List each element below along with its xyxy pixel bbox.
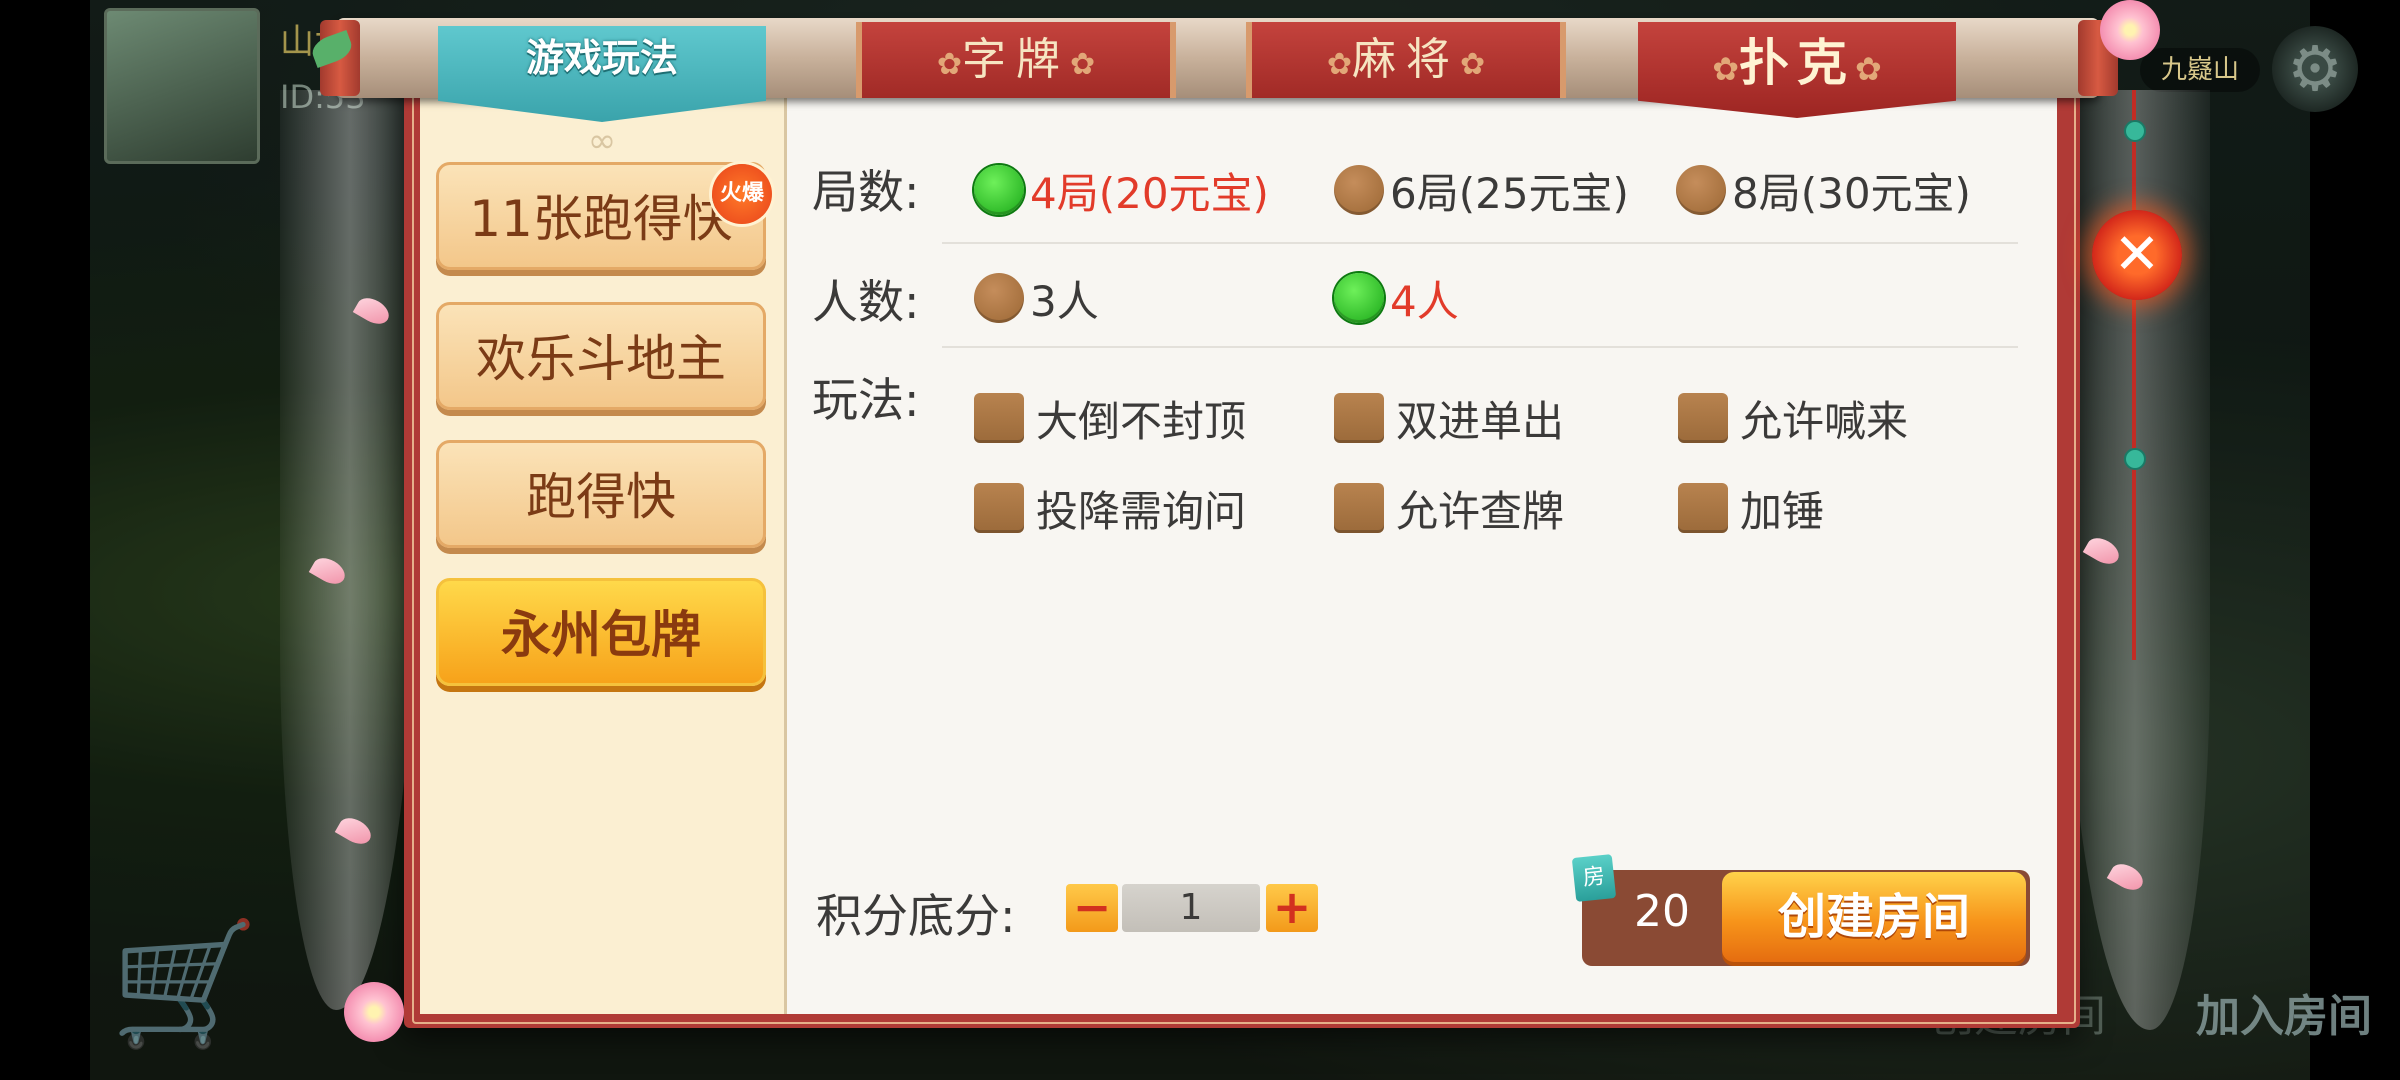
knot-ornament-icon: ∞: [587, 121, 617, 161]
room-card-icon: 房: [1571, 854, 1617, 902]
tab-zipai[interactable]: ✿字牌✿: [856, 22, 1176, 98]
rounds-option-label: 8局(30元宝): [1732, 168, 1971, 218]
rounds-option-4[interactable]: 4局(20元宝): [974, 160, 1269, 220]
score-value: 1: [1122, 884, 1260, 932]
radio-selected: [1334, 273, 1384, 323]
rules-label: 玩法:: [812, 373, 920, 427]
radio-unselected: [974, 273, 1024, 323]
checkbox: [1334, 483, 1384, 533]
background-join-room-label: 加入房间: [2196, 991, 2372, 1042]
tab-ornament-icon: ✿: [1855, 50, 1882, 88]
tab-puke[interactable]: ✿扑克✿: [1638, 22, 1956, 118]
hanging-cord: [2132, 90, 2136, 660]
tab-majiang[interactable]: ✿麻将✿: [1246, 22, 1566, 98]
tab-puke-label: 扑克: [1739, 34, 1855, 92]
score-decrease-button[interactable]: −: [1066, 884, 1118, 932]
tab-ornament-icon: ✿: [1326, 47, 1352, 82]
players-option-3[interactable]: 3人: [974, 268, 1099, 328]
radio-unselected: [1676, 165, 1726, 215]
players-option-4[interactable]: 4人: [1334, 268, 1459, 328]
checkbox: [1678, 393, 1728, 443]
location-badge: 九嶷山: [2140, 48, 2260, 92]
rule-option-label: 允许喊来: [1740, 396, 1909, 446]
tab-majiang-label: 麻将: [1352, 34, 1460, 85]
game-item-huanle-doudizhu[interactable]: 欢乐斗地主: [436, 302, 766, 410]
radio-unselected: [1334, 165, 1384, 215]
checkbox: [1678, 483, 1728, 533]
rounds-option-label: 6局(25元宝): [1390, 168, 1629, 218]
rule-option-label: 加锤: [1740, 486, 1825, 536]
rule-option-label: 投降需询问: [1036, 486, 1247, 536]
rule-option-yunxu-chapai[interactable]: 允许查牌: [1334, 478, 1564, 538]
players-label: 人数:: [812, 275, 920, 329]
rule-option-label: 允许查牌: [1396, 486, 1565, 536]
divider: [942, 346, 2018, 348]
rule-option-label: 双进单出: [1396, 396, 1565, 446]
base-score-label: 积分底分:: [816, 889, 1016, 943]
divider: [942, 242, 2018, 244]
players-option-label: 3人: [1030, 276, 1099, 326]
rounds-label: 局数:: [812, 165, 920, 219]
left-letterbox: [0, 0, 90, 1080]
bead-ornament: [2124, 448, 2146, 470]
tab-ornament-icon: ✿: [1712, 50, 1739, 88]
game-item-paodekuai[interactable]: 跑得快: [436, 440, 766, 548]
flower-ornament: [344, 982, 404, 1042]
rounds-option-6[interactable]: 6局(25元宝): [1334, 160, 1629, 220]
rounds-option-label: 4局(20元宝): [1030, 168, 1269, 218]
rule-option-yunxu-hanlai[interactable]: 允许喊来: [1678, 388, 1908, 448]
avatar: [104, 8, 260, 164]
create-room-button[interactable]: 创建房间: [1722, 872, 2026, 962]
tab-rules[interactable]: 游戏玩法: [446, 28, 758, 88]
tab-ornament-icon: ✿: [1460, 47, 1486, 82]
radio-selected: [974, 165, 1024, 215]
game-item-yongzhou-baopai[interactable]: 永州包牌: [436, 578, 766, 686]
players-option-label: 4人: [1390, 276, 1459, 326]
rule-option-label: 大倒不封顶: [1036, 396, 1247, 446]
tab-zipai-label: 字牌: [962, 34, 1070, 85]
gear-icon: ⚙: [2272, 26, 2358, 112]
rule-option-touxiang-xuxunwen[interactable]: 投降需询问: [974, 478, 1246, 538]
tab-ornament-icon: ✿: [1070, 47, 1096, 82]
close-icon[interactable]: ✕: [2092, 210, 2182, 300]
room-cost-value: 20: [1634, 886, 1690, 937]
checkbox: [1334, 393, 1384, 443]
checkbox: [974, 483, 1024, 533]
rule-option-shuangjin-danchu[interactable]: 双进单出: [1334, 388, 1564, 448]
hot-badge-icon: 火爆: [712, 164, 772, 224]
rule-option-dadao-bufengding[interactable]: 大倒不封顶: [974, 388, 1246, 448]
checkbox: [974, 393, 1024, 443]
bead-ornament: [2124, 120, 2146, 142]
rounds-option-8[interactable]: 8局(30元宝): [1676, 160, 1971, 220]
right-letterbox: [2310, 0, 2400, 1080]
flower-ornament: [2100, 0, 2160, 60]
score-increase-button[interactable]: +: [1266, 884, 1318, 932]
tab-ornament-icon: ✿: [936, 47, 962, 82]
rule-option-jiachui[interactable]: 加锤: [1678, 478, 1824, 538]
